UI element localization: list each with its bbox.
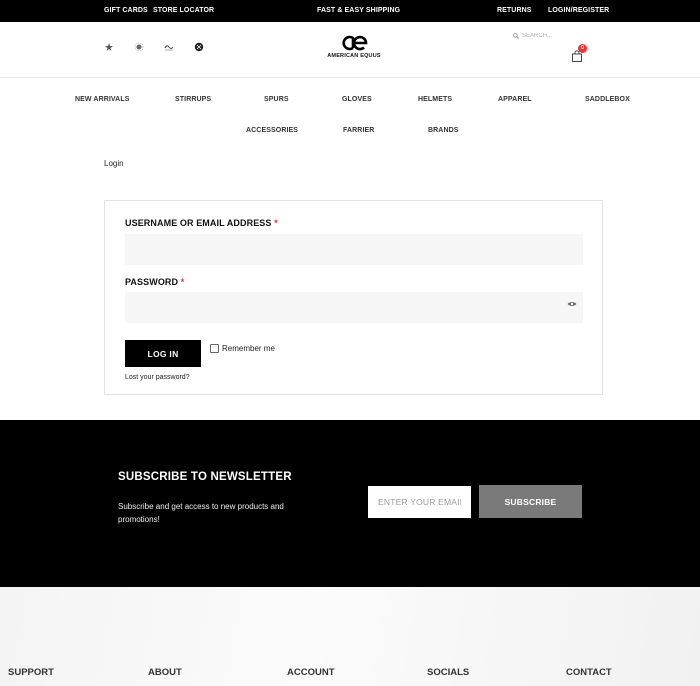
footer-contact-heading: CONTACT bbox=[566, 667, 612, 678]
nav-new-arrivals[interactable]: NEW ARRIVALS bbox=[75, 96, 129, 103]
search-box[interactable] bbox=[513, 31, 573, 41]
footer-account-heading: ACCOUNT bbox=[287, 667, 335, 678]
login-button[interactable]: LOG IN bbox=[125, 340, 201, 367]
nav-brands[interactable]: BRANDS bbox=[428, 127, 459, 134]
password-field[interactable] bbox=[125, 292, 583, 323]
newsletter-section: SUBSCRIBE TO NEWSLETTER Subscribe and ge… bbox=[0, 420, 700, 587]
nav-stirrups[interactable]: STIRRUPS bbox=[175, 96, 211, 103]
search-icon bbox=[513, 33, 519, 39]
returns-link[interactable]: RETURNS bbox=[497, 7, 532, 14]
login-register-link[interactable]: LOGIN/REGISTER bbox=[548, 7, 609, 14]
cart-button[interactable]: 0 bbox=[570, 44, 588, 62]
top-bar: GIFT CARDS STORE LOCATOR FAST & EASY SHI… bbox=[0, 0, 700, 22]
password-label: PASSWORD * bbox=[125, 277, 184, 287]
logo-ae-icon bbox=[342, 35, 368, 51]
username-field[interactable] bbox=[125, 234, 583, 265]
login-form: USERNAME OR EMAIL ADDRESS * PASSWORD * L… bbox=[104, 200, 603, 395]
username-label-text: USERNAME OR EMAIL ADDRESS bbox=[125, 218, 272, 228]
password-label-text: PASSWORD bbox=[125, 277, 179, 287]
shipping-banner: FAST & EASY SHIPPING bbox=[317, 7, 401, 14]
store-locator-link[interactable]: STORE LOCATOR bbox=[153, 7, 214, 14]
remember-me-checkbox[interactable] bbox=[210, 344, 219, 353]
script-brand-icon[interactable] bbox=[164, 42, 194, 56]
username-label: USERNAME OR EMAIL ADDRESS * bbox=[125, 218, 278, 228]
lost-password-link[interactable]: Lost your password? bbox=[125, 374, 190, 381]
nav-spurs[interactable]: SPURS bbox=[264, 96, 289, 103]
show-password-eye-icon[interactable] bbox=[567, 301, 577, 307]
required-mark: * bbox=[180, 277, 185, 287]
gift-cards-link[interactable]: GIFT CARDS bbox=[104, 7, 148, 14]
sun-brand-icon[interactable] bbox=[134, 42, 164, 56]
footer-socials-heading: SOCIALS bbox=[427, 667, 470, 678]
required-mark: * bbox=[274, 218, 278, 228]
nav-accessories[interactable]: ACCESSORIES bbox=[246, 127, 298, 134]
footer-about-heading: ABOUT bbox=[148, 667, 182, 678]
nav-saddlebox[interactable]: SADDLEBOX bbox=[585, 96, 630, 103]
site-logo[interactable]: AMERICAN EQUUS bbox=[326, 35, 382, 59]
remember-me[interactable]: Remember me bbox=[210, 344, 275, 353]
search-input[interactable] bbox=[522, 33, 568, 39]
newsletter-title: SUBSCRIBE TO NEWSLETTER bbox=[118, 471, 292, 483]
subscribe-button[interactable]: SUBSCRIBE bbox=[479, 485, 582, 518]
leaf-brand-icon[interactable] bbox=[104, 42, 134, 56]
nav-helmets[interactable]: HELMETS bbox=[418, 96, 452, 103]
site-footer: SUPPORT ABOUT ACCOUNT SOCIALS CONTACT bbox=[0, 587, 700, 686]
nav-farrier[interactable]: FARRIER bbox=[343, 127, 374, 134]
circle-brand-icon[interactable] bbox=[194, 42, 224, 56]
site-header: AMERICAN EQUUS 0 bbox=[0, 22, 700, 78]
logo-text: AMERICAN EQUUS bbox=[327, 53, 381, 59]
brand-icon-row bbox=[104, 42, 224, 56]
footer-support-heading: SUPPORT bbox=[8, 667, 54, 678]
cart-count-badge: 0 bbox=[578, 44, 587, 53]
remember-me-label: Remember me bbox=[222, 344, 275, 353]
breadcrumb: Login bbox=[104, 159, 124, 168]
newsletter-email-input[interactable] bbox=[368, 486, 471, 518]
nav-gloves[interactable]: GLOVES bbox=[342, 96, 372, 103]
newsletter-description: Subscribe and get access to new products… bbox=[118, 502, 284, 524]
nav-apparel[interactable]: APPAREL bbox=[498, 96, 532, 103]
